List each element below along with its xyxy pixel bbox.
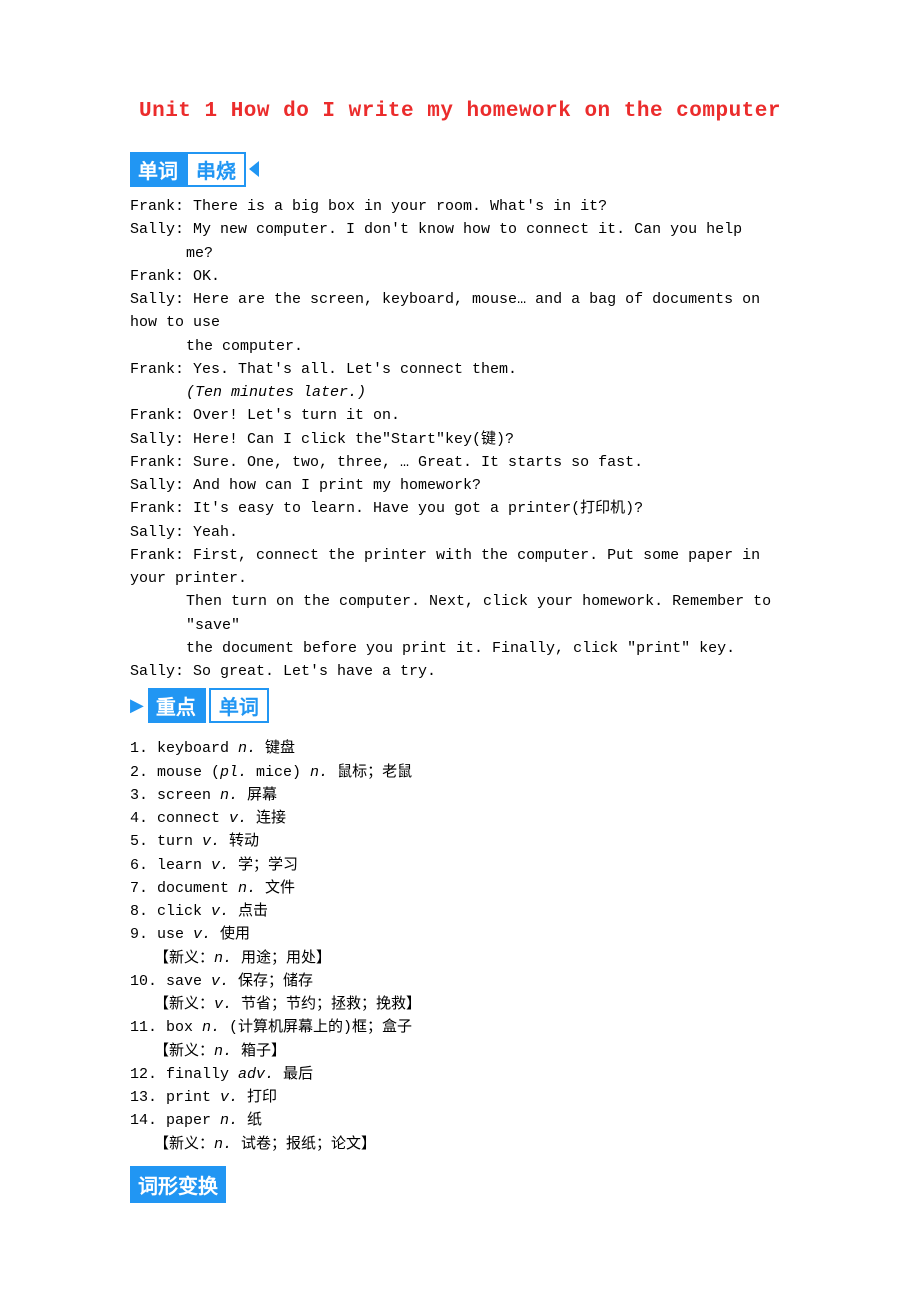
badge-right: 串烧 — [188, 152, 246, 187]
vocab-item: 5. turn v. 转动 — [130, 830, 790, 853]
vocab-item: 12. finally adv. 最后 — [130, 1063, 790, 1086]
dialogue-line: Sally: Yeah. — [130, 521, 790, 544]
vocab-item: 14. paper n. 纸 — [130, 1109, 790, 1132]
vocab-item: 2. mouse (pl. mice) n. 鼠标；老鼠 — [130, 761, 790, 784]
dialogue-line: Then turn on the computer. Next, click y… — [130, 590, 790, 637]
vocab-note: 【新义：n. 用途；用处】 — [130, 947, 790, 970]
vocab-item: 3. screen n. 屏幕 — [130, 784, 790, 807]
vocab-item: 9. use v. 使用 — [130, 923, 790, 946]
section-badge-word-forms: 词形变换 — [130, 1166, 226, 1203]
dialogue-line: Frank: Yes. That's all. Let's connect th… — [130, 358, 790, 381]
vocab-item: 11. box n. (计算机屏幕上的)框；盒子 — [130, 1016, 790, 1039]
dialogue-line: Sally: Here are the screen, keyboard, mo… — [130, 288, 790, 335]
badge-left: 重点 — [148, 688, 206, 723]
dialogue-block: Frank: There is a big box in your room. … — [130, 195, 790, 683]
dialogue-line: Frank: First, connect the printer with t… — [130, 544, 790, 591]
vocab-item: 1. keyboard n. 键盘 — [130, 737, 790, 760]
dialogue-line: Frank: Over! Let's turn it on. — [130, 404, 790, 427]
vocab-item: 4. connect v. 连接 — [130, 807, 790, 830]
dialogue-line: Frank: There is a big box in your room. … — [130, 195, 790, 218]
vocab-note: 【新义：n. 箱子】 — [130, 1040, 790, 1063]
section-badge-vocab-chain: 单词 串烧 — [130, 153, 259, 185]
dialogue-line: Sally: And how can I print my homework? — [130, 474, 790, 497]
dialogue-line: the document before you print it. Finall… — [130, 637, 790, 660]
badge-left: 单词 — [130, 152, 188, 187]
vocabulary-list: 1. keyboard n. 键盘2. mouse (pl. mice) n. … — [130, 737, 790, 1156]
triangle-right-icon: ▶ — [130, 695, 144, 716]
vocab-item: 6. learn v. 学；学习 — [130, 854, 790, 877]
vocab-note: 【新义：v. 节省；节约；拯救；挽救】 — [130, 993, 790, 1016]
dialogue-line: Frank: Sure. One, two, three, … Great. I… — [130, 451, 790, 474]
document-page: Unit 1 How do I write my homework on the… — [0, 0, 920, 1247]
dialogue-line: (Ten minutes later.) — [130, 381, 790, 404]
vocab-item: 13. print v. 打印 — [130, 1086, 790, 1109]
vocab-item: 8. click v. 点击 — [130, 900, 790, 923]
dialogue-line: Sally: My new computer. I don't know how… — [130, 218, 790, 241]
vocab-note: 【新义：n. 试卷；报纸；论文】 — [130, 1133, 790, 1156]
page-title: Unit 1 How do I write my homework on the… — [130, 100, 790, 123]
dialogue-line: Sally: Here! Can I click the"Start"key(键… — [130, 428, 790, 451]
section-badge-key-words: ▶ 重点 单词 — [130, 689, 269, 721]
triangle-left-icon — [249, 161, 259, 177]
dialogue-line: me? — [130, 242, 790, 265]
vocab-item: 10. save v. 保存；储存 — [130, 970, 790, 993]
dialogue-line: Sally: So great. Let's have a try. — [130, 660, 790, 683]
dialogue-line: Frank: OK. — [130, 265, 790, 288]
dialogue-line: Frank: It's easy to learn. Have you got … — [130, 497, 790, 520]
dialogue-line: the computer. — [130, 335, 790, 358]
vocab-item: 7. document n. 文件 — [130, 877, 790, 900]
badge-right: 单词 — [209, 688, 269, 723]
